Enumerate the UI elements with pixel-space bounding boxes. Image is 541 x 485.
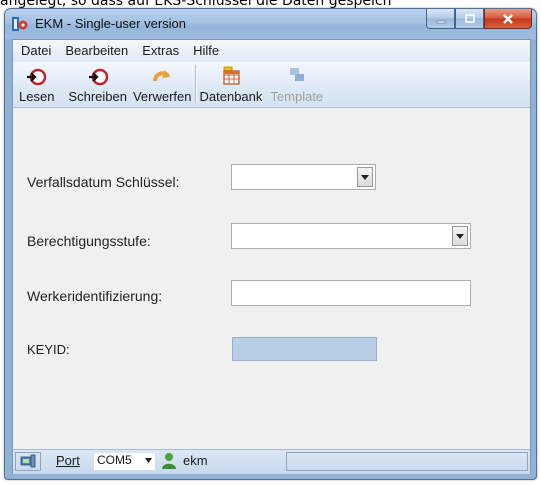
chevron-down-icon xyxy=(361,174,369,180)
user-name: ekm xyxy=(183,453,208,468)
menu-extras[interactable]: Extras xyxy=(136,41,185,61)
client-area: Datei Bearbeiten Extras Hilfe Lesen Schr… xyxy=(12,39,531,474)
menu-bearbeiten[interactable]: Bearbeiten xyxy=(59,41,134,61)
ekm-window: EKM - Single-user version Datei Bearbeit… xyxy=(4,8,537,480)
verwerfen-button[interactable]: Verwerfen xyxy=(130,62,195,104)
status-message-panel xyxy=(286,452,528,471)
berechtigung-label: Berechtigungsstufe: xyxy=(27,233,151,249)
menu-hilfe[interactable]: Hilfe xyxy=(187,41,225,61)
user-icon xyxy=(162,453,176,469)
datenbank-label: Datenbank xyxy=(199,89,263,104)
werkeridentifizierung-field[interactable] xyxy=(231,280,471,306)
caption-buttons xyxy=(426,9,532,29)
maximize-icon xyxy=(464,13,475,23)
template-icon xyxy=(289,68,304,81)
write-key-icon xyxy=(88,68,108,86)
title-bar[interactable]: EKM - Single-user version xyxy=(5,9,536,39)
lesen-label: Lesen xyxy=(19,89,55,104)
port-value: COM5 xyxy=(97,453,132,467)
chevron-down-icon xyxy=(145,458,152,463)
verwerfen-label: Verwerfen xyxy=(132,89,192,104)
window-title: EKM - Single-user version xyxy=(35,16,186,31)
database-table-icon xyxy=(223,66,240,85)
lesen-button[interactable]: Lesen xyxy=(16,62,57,104)
keyid-label: KEYID: xyxy=(27,342,70,357)
keyid-field xyxy=(232,337,377,361)
undo-arrow-icon xyxy=(153,70,171,82)
port-select[interactable]: COM5 xyxy=(94,453,155,470)
menu-bar: Datei Bearbeiten Extras Hilfe xyxy=(13,40,530,62)
berechtigung-dropdown-button[interactable] xyxy=(452,226,468,246)
template-button[interactable]: Template xyxy=(267,62,326,104)
close-icon xyxy=(503,13,513,24)
verfallsdatum-select[interactable] xyxy=(231,164,376,190)
werker-label: Werkeridentifizierung: xyxy=(27,288,163,304)
minimize-button[interactable] xyxy=(426,9,455,29)
chevron-down-icon xyxy=(456,233,464,239)
template-label: Template xyxy=(270,89,324,104)
verfallsdatum-label: Verfallsdatum Schlüssel: xyxy=(27,174,180,190)
ekm-app-icon xyxy=(12,17,28,31)
network-computer-icon xyxy=(20,454,36,468)
datenbank-button[interactable]: Datenbank xyxy=(197,62,266,104)
verfallsdatum-dropdown-button[interactable] xyxy=(357,167,373,187)
close-button[interactable] xyxy=(484,9,532,29)
port-label: Port xyxy=(56,453,80,468)
berechtigung-select[interactable] xyxy=(231,223,471,249)
connection-panel xyxy=(15,452,41,471)
minimize-icon xyxy=(436,20,445,23)
maximize-button[interactable] xyxy=(455,9,484,29)
status-bar: Port COM5 ekm xyxy=(13,449,530,474)
schreiben-button[interactable]: Schreiben xyxy=(65,62,130,104)
read-key-icon xyxy=(26,68,46,86)
menu-datei[interactable]: Datei xyxy=(15,41,57,61)
schreiben-label: Schreiben xyxy=(68,89,127,104)
toolbar: Lesen Schreiben Verwerfen Datenbank Temp… xyxy=(13,62,530,108)
